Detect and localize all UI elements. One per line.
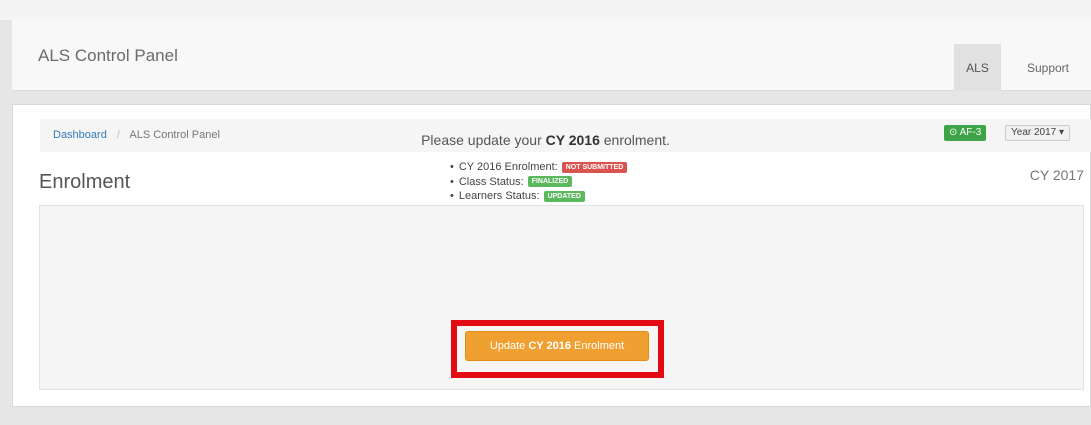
status-item-label: Learners Status: <box>458 190 540 202</box>
status-item-enrolment: • CY 2016 Enrolment: NOT SUBMITTED <box>450 160 628 175</box>
cy-label: CY 2017 <box>1029 167 1084 183</box>
notice-prefix: Please update your <box>421 132 546 148</box>
top-navbar: ALS Control Panel ALS Support <box>12 20 1091 91</box>
status-item-class: • Class Status: FINALIZED <box>450 175 627 190</box>
brand-title[interactable]: ALS Control Panel <box>38 46 178 66</box>
status-badge-updated: UPDATED <box>543 190 585 202</box>
bullet-icon: • <box>450 161 454 173</box>
nav-tab-als-label: ALS <box>966 60 989 75</box>
highlight-annotation-box <box>451 320 664 378</box>
status-list: • CY 2016 Enrolment: NOT SUBMITTED • Class … <box>450 160 628 204</box>
nav-tab-support[interactable]: Support <box>1008 44 1088 91</box>
status-item-learners: • Learners Status: UPDATED <box>450 189 627 204</box>
nav-tab-support-label: Support <box>1026 60 1070 75</box>
update-notice: Please update your CY 2016 enrolment. <box>0 132 1091 148</box>
notice-bold: CY 2016 <box>545 132 600 148</box>
bullet-icon: • <box>450 175 454 188</box>
nav-tab-als[interactable]: ALS <box>954 44 1001 91</box>
status-badge-not-submitted: NOT SUBMITTED <box>561 161 628 173</box>
status-item-label: CY 2016 Enrolment: <box>458 161 558 173</box>
page-title: Enrolment <box>39 171 131 193</box>
top-strip <box>0 0 1091 20</box>
status-badge-finalized: FINALIZED <box>527 176 573 188</box>
notice-suffix: enrolment. <box>599 132 670 148</box>
status-item-label: Class Status: <box>458 175 524 188</box>
bullet-icon: • <box>450 190 454 202</box>
